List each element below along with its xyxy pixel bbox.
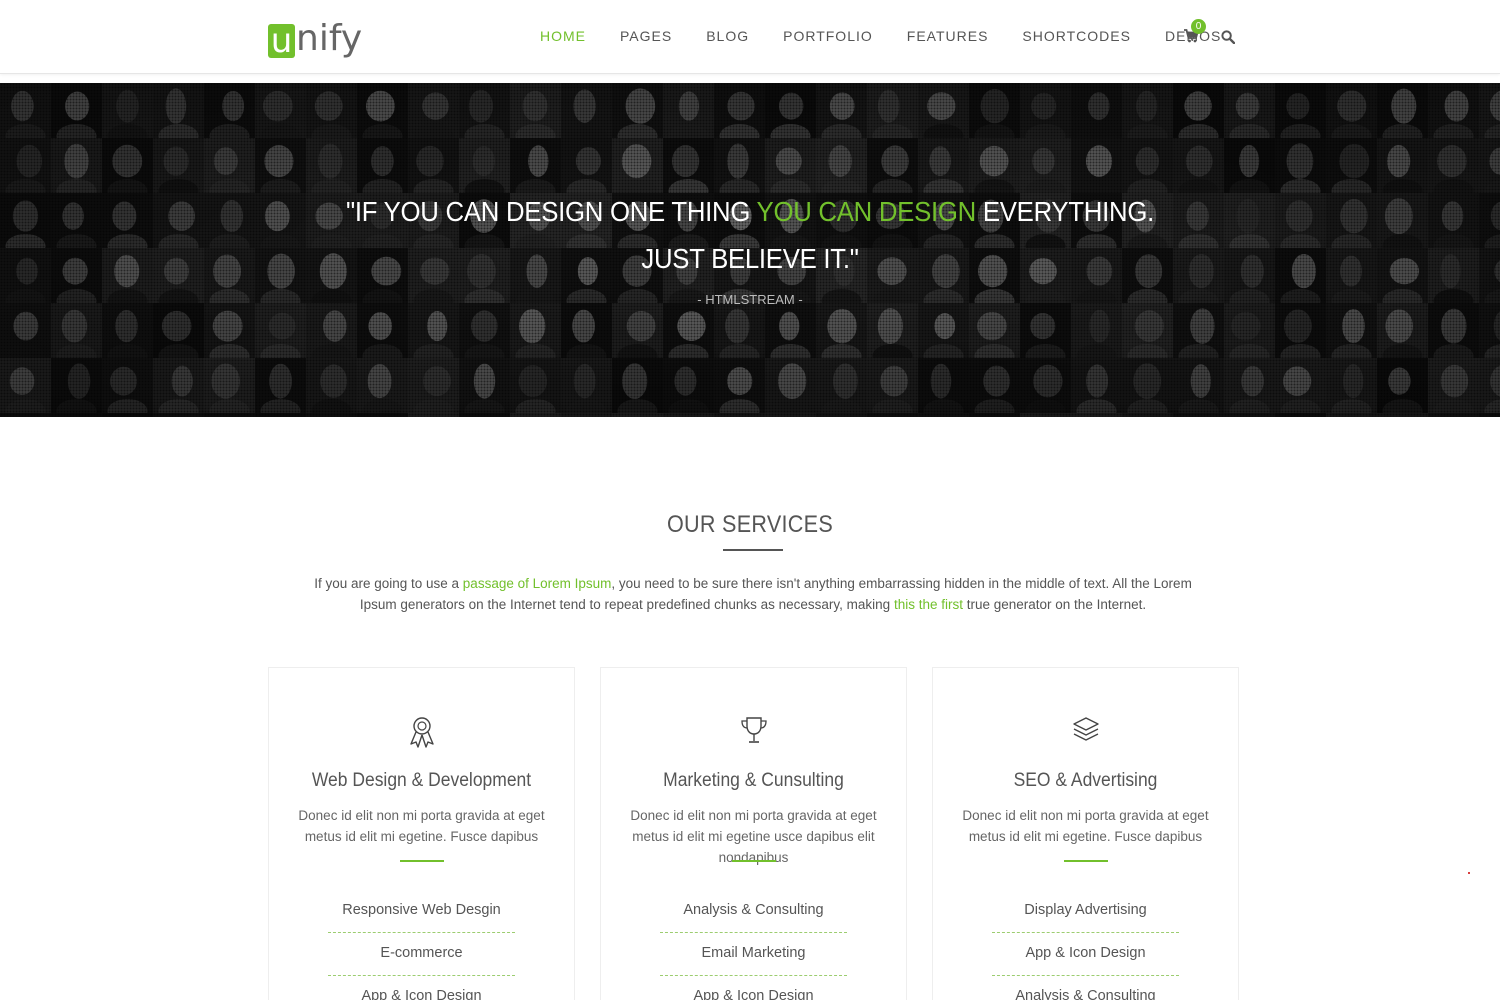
- hero-quote-pre: "IF YOU CAN DESIGN ONE THING: [346, 196, 757, 227]
- service-card-item[interactable]: App & Icon Design: [328, 988, 515, 1000]
- services-title-underline: [723, 549, 783, 551]
- service-card-item[interactable]: App & Icon Design: [992, 945, 1179, 961]
- nav-item-home[interactable]: HOME: [540, 26, 586, 46]
- services-desc-text-3: true generator on the Internet.: [962, 597, 1147, 612]
- site-header: u nify HOME PAGES BLOG PORTFOLIO FEATURE…: [0, 0, 1500, 74]
- service-card-divider: [400, 860, 444, 862]
- services-title: OUR SERVICES: [666, 511, 834, 538]
- service-card-item-rule: [992, 932, 1179, 933]
- search-icon[interactable]: [1221, 30, 1235, 44]
- hero-quote-post: EVERYTHING.: [975, 196, 1154, 227]
- services-desc-text-1: If you are going to use a: [314, 576, 463, 591]
- service-card-title: Web Design & Development: [311, 770, 532, 791]
- service-card-divider: [732, 860, 776, 862]
- service-card-item[interactable]: Analysis & Consulting: [992, 988, 1179, 1000]
- service-card-title: Marketing & Cunsulting: [663, 770, 844, 791]
- service-card-item[interactable]: Email Marketing: [660, 945, 847, 961]
- service-card-web-design: Web Design & Development Donec id elit n…: [268, 667, 575, 1000]
- hero-quote-line-2: JUST BELIEVE IT.": [641, 243, 859, 274]
- logo-mark: u: [268, 24, 295, 58]
- logo-text: nify: [296, 18, 363, 59]
- service-card-item[interactable]: E-commerce: [328, 945, 515, 961]
- service-card-seo: SEO & Advertising Donec id elit non mi p…: [932, 667, 1239, 1000]
- services-desc-link-2[interactable]: this the first: [894, 597, 963, 612]
- hero-quote-line-1: "IF YOU CAN DESIGN ONE THING YOU CAN DES…: [60, 196, 1440, 228]
- hero-quote-author: - HTMLSTREAM -: [697, 292, 803, 307]
- services-description: If you are going to use a passage of Lor…: [300, 573, 1206, 615]
- service-card-item[interactable]: Responsive Web Desgin: [328, 902, 515, 918]
- service-card-title: SEO & Advertising: [1013, 770, 1158, 791]
- service-card-text: Donec id elit non mi porta gravida at eg…: [962, 808, 1209, 844]
- cart-count-badge: 0: [1191, 19, 1206, 34]
- trophy-icon: [741, 717, 767, 743]
- service-card-divider: [1064, 860, 1108, 862]
- service-card-text: Donec id elit non mi porta gravida at eg…: [630, 808, 877, 865]
- nav-item-portfolio[interactable]: PORTFOLIO: [783, 26, 873, 46]
- nav-item-blog[interactable]: BLOG: [706, 26, 749, 46]
- service-card-item-rule: [660, 932, 847, 933]
- service-card-item[interactable]: App & Icon Design: [660, 988, 847, 1000]
- nav-item-shortcodes[interactable]: SHORTCODES: [1022, 26, 1131, 46]
- service-card-item-rule: [328, 932, 515, 933]
- service-card-item-rule: [328, 975, 515, 976]
- main-nav: HOME PAGES BLOG PORTFOLIO FEATURES SHORT…: [540, 26, 1255, 46]
- service-card-item-rule: [660, 975, 847, 976]
- service-card-item[interactable]: Analysis & Consulting: [660, 902, 847, 918]
- service-card-item[interactable]: Display Advertising: [992, 902, 1179, 918]
- hero-quote-highlight: YOU CAN DESIGN: [756, 196, 977, 227]
- service-card-text: Donec id elit non mi porta gravida at eg…: [298, 808, 545, 844]
- services-desc-link-1[interactable]: passage of Lorem Ipsum: [463, 576, 612, 591]
- service-card-item-rule: [992, 975, 1179, 976]
- scroll-indicator-dot: [1468, 872, 1470, 874]
- logo[interactable]: u nify: [268, 14, 362, 58]
- nav-item-features[interactable]: FEATURES: [907, 26, 989, 46]
- nav-item-pages[interactable]: PAGES: [620, 26, 672, 46]
- badge-icon: [410, 717, 434, 748]
- service-card-marketing: Marketing & Cunsulting Donec id elit non…: [600, 667, 907, 1000]
- layers-icon: [1073, 717, 1099, 741]
